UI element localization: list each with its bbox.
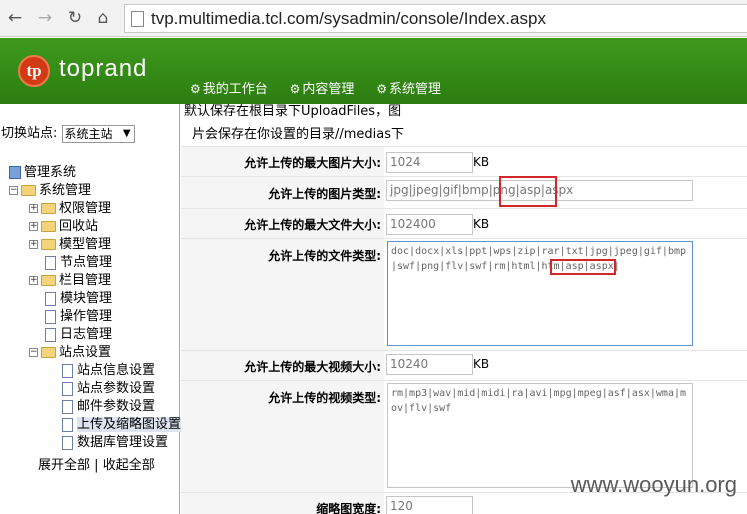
dropdown-arrow-icon: ▼ (122, 127, 131, 139)
max-video-unit: KB (473, 357, 490, 371)
separator: | (94, 458, 99, 473)
collapse-all-link[interactable]: 收起全部 (103, 458, 155, 473)
document-icon (45, 291, 56, 306)
document-icon (62, 435, 73, 450)
tree-node-site-params[interactable]: 站点参数设置 (62, 380, 155, 398)
site-switcher: 切换站点: 系统主站 ▼ (1, 122, 135, 143)
hint-line-1: 默认保存在根目录下UploadFiles，图 (184, 104, 402, 119)
tree-node-database[interactable]: 数据库管理设置 (62, 434, 168, 452)
max-image-label: 允许上传的最大图片大小: (244, 156, 381, 170)
url-text[interactable]: tvp.multimedia.tcl.com/sysadmin/console/… (151, 9, 546, 29)
app-header: tp toprand ⚙ 我的工作台 ⚙ 内容管理 ⚙ 系统管理 (0, 38, 747, 104)
main-nav: ⚙ 我的工作台 ⚙ 内容管理 ⚙ 系统管理 (190, 78, 459, 98)
tree-node-upload-thumb[interactable]: 上传及缩略图设置 (62, 416, 182, 434)
expand-icon[interactable]: + (29, 276, 38, 285)
nav-item-workbench[interactable]: ⚙ 我的工作台 (190, 78, 268, 97)
expand-icon[interactable]: + (29, 204, 38, 213)
document-icon (45, 309, 56, 324)
max-file-input[interactable]: 102400 (386, 214, 473, 235)
thumb-width-input[interactable]: 120 (386, 496, 473, 514)
tree-node-recycle[interactable]: + 回收站 (29, 218, 98, 236)
tree-node-system[interactable]: − 系统管理 (9, 182, 91, 200)
thumb-width-label: 缩略图宽度: (316, 502, 381, 514)
document-icon (62, 399, 73, 414)
tree-node-logs[interactable]: 日志管理 (45, 326, 112, 344)
file-types-label: 允许上传的文件类型: (268, 249, 381, 263)
gear-icon: ⚙ (190, 82, 201, 96)
page-icon (131, 11, 144, 27)
back-arrow-icon[interactable]: ← (4, 7, 26, 29)
tree-node-nodes[interactable]: 节点管理 (45, 254, 112, 272)
tree-node-models[interactable]: + 模型管理 (29, 236, 111, 254)
tree-node-modules[interactable]: 模块管理 (45, 290, 112, 308)
folder-icon (41, 221, 56, 232)
max-image-unit: KB (473, 155, 490, 169)
tree-root[interactable]: 管理系统 (9, 164, 76, 182)
video-types-label: 允许上传的视频类型: (268, 391, 381, 405)
row-max-file-size: 允许上传的最大文件大小: 102400 KB (181, 208, 747, 238)
max-file-unit: KB (473, 217, 490, 231)
row-file-types: 允许上传的文件类型: doc|docx|xls|ppt|wps|zip|rar|… (181, 238, 747, 350)
address-bar[interactable]: tvp.multimedia.tcl.com/sysadmin/console/… (124, 4, 747, 33)
nav-item-system[interactable]: ⚙ 系统管理 (376, 78, 441, 97)
reload-icon[interactable]: ↻ (64, 7, 86, 29)
tree-node-site-info[interactable]: 站点信息设置 (62, 362, 155, 380)
collapse-icon[interactable]: − (9, 186, 18, 195)
folder-icon (41, 203, 56, 214)
document-icon (45, 255, 56, 270)
logo-text: toprand (59, 55, 148, 82)
gear-icon: ⚙ (376, 82, 387, 96)
collapse-icon[interactable]: − (29, 348, 38, 357)
expand-all-link[interactable]: 展开全部 (38, 458, 90, 473)
document-icon (62, 381, 73, 396)
computer-icon (9, 166, 21, 179)
folder-icon (41, 239, 56, 250)
hint-line-2: 片会保存在你设置的目录//medias下 (192, 127, 405, 142)
logo-mark-icon: tp (18, 55, 50, 87)
settings-form: 默认保存在根目录下UploadFiles，图 片会保存在你设置的目录//medi… (181, 104, 747, 514)
expand-icon[interactable]: + (29, 222, 38, 231)
highlight-box (499, 176, 557, 207)
sidebar: 切换站点: 系统主站 ▼ 管理系统 − 系统管理 + 权限管理 + 回收站 + 模型管理 … (0, 104, 182, 514)
home-icon[interactable]: ⌂ (92, 7, 114, 29)
nav-item-content[interactable]: ⚙ 内容管理 (290, 78, 355, 97)
watermark: www.wooyun.org (570, 472, 737, 497)
row-max-video-size: 允许上传的最大视频大小: 10240 KB (181, 350, 747, 380)
highlight-box (550, 259, 616, 275)
folder-open-icon (41, 347, 56, 358)
folder-icon (41, 275, 56, 286)
max-image-input[interactable]: 1024 (386, 152, 473, 173)
expand-icon[interactable]: + (29, 240, 38, 249)
tree-node-site-settings[interactable]: − 站点设置 (29, 344, 111, 362)
document-icon (62, 417, 73, 432)
file-types-textarea[interactable]: doc|docx|xls|ppt|wps|zip|rar|txt|jpg|jpe… (387, 241, 693, 346)
max-video-label: 允许上传的最大视频大小: (244, 360, 381, 374)
folder-open-icon (21, 185, 36, 196)
gear-icon: ⚙ (289, 82, 301, 96)
image-types-label: 允许上传的图片类型: (268, 187, 381, 201)
tree-node-permissions[interactable]: + 权限管理 (29, 200, 111, 218)
site-switch-label: 切换站点: (1, 126, 58, 141)
document-icon (45, 327, 56, 342)
tree-node-columns[interactable]: + 栏目管理 (29, 272, 111, 290)
tree-node-mail-params[interactable]: 邮件参数设置 (62, 398, 155, 416)
max-video-input[interactable]: 10240 (386, 354, 473, 375)
row-image-types: 允许上传的图片类型: jpg|jpeg|gif|bmp|png|asp|aspx (181, 176, 747, 208)
max-file-label: 允许上传的最大文件大小: (244, 218, 381, 232)
tree-footer: 展开全部 | 收起全部 (38, 454, 155, 473)
site-select[interactable]: 系统主站 ▼ (61, 124, 135, 143)
forward-arrow-icon[interactable]: → (34, 7, 56, 29)
row-max-image-size: 允许上传的最大图片大小: 1024 KB (181, 146, 747, 176)
tree-node-operations[interactable]: 操作管理 (45, 308, 112, 326)
browser-toolbar: ← → ↻ ⌂ tvp.multimedia.tcl.com/sysadmin/… (0, 0, 747, 37)
document-icon (62, 363, 73, 378)
